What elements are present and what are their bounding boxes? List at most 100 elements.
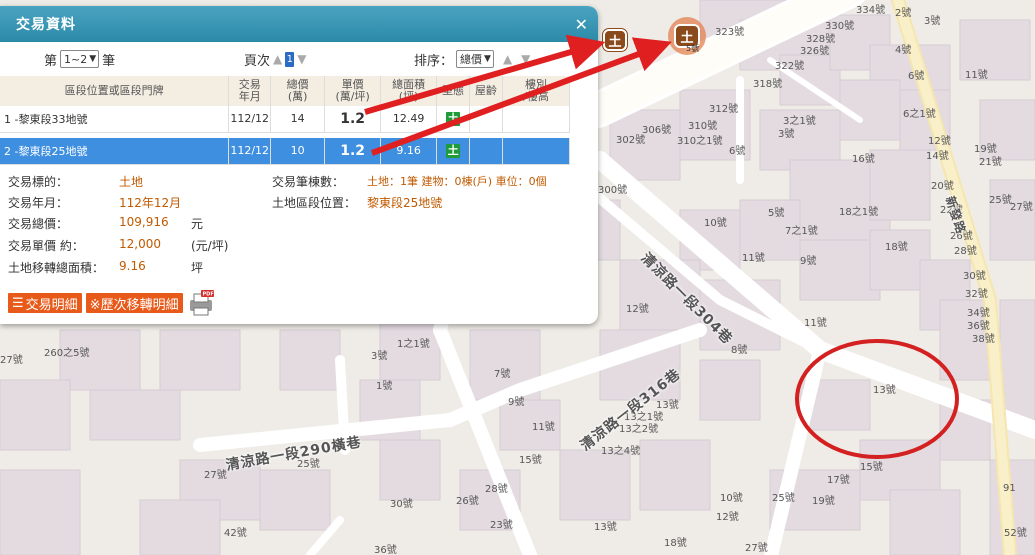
cell-unit: 1.2 (324, 138, 382, 165)
table-row-selected[interactable]: 2 -黎東段25地號 112/12 10 1.2 9.16 土 (0, 138, 570, 165)
col-total[interactable]: 總價 (萬) (270, 76, 326, 106)
transaction-detail: 交易標的： 土地 交易年月： 112年12月 交易總價： 109,916 元 交… (0, 169, 598, 299)
map-address-label: 32號 (965, 289, 988, 300)
detail-area-label: 土地移轉總面積： (8, 260, 105, 275)
map-address-label: 13號 (656, 400, 679, 411)
detail-target-label: 交易標的： (8, 174, 69, 189)
map-address-label: 310之1號 (677, 136, 723, 147)
map-address-label: 19號 (974, 144, 997, 155)
map-address-label: 27號 (1010, 202, 1033, 213)
map-address-label: 25號 (989, 195, 1012, 206)
table-header-row: 區段位置或區段門牌 交易 年月 總價 (萬) 單價 (萬/坪) 總面積 (坪) … (0, 76, 570, 106)
map-address-label: 3號 (924, 16, 941, 27)
map-address-label: 3號 (778, 129, 795, 140)
map-address-label: 3號 (371, 351, 388, 362)
land-type-icon: 土 (446, 111, 461, 126)
record-range-select[interactable]: 1~2 ▼ (60, 50, 100, 68)
map-address-label: 38號 (972, 334, 995, 345)
cell-floor (502, 138, 570, 165)
transaction-detail-label: 交易明細 (25, 297, 78, 313)
record-range-value: 1~2 (64, 52, 88, 66)
map-address-label: 9號 (508, 397, 525, 408)
map-address-label: 25號 (772, 493, 795, 504)
map-address-label: 3之1號 (783, 116, 816, 127)
map-address-label: 12號 (928, 136, 951, 147)
col-floor[interactable]: 樓別 /樓高 (502, 76, 570, 106)
sort-desc-icon[interactable]: ▼ (521, 52, 530, 66)
map-address-label: 12號 (716, 512, 739, 523)
map-address-label: 312號 (709, 104, 739, 115)
page-current[interactable]: 1 (285, 51, 295, 67)
map-address-label: 21號 (979, 157, 1002, 168)
sort-asc-icon[interactable]: ▲ (503, 52, 512, 66)
map-address-label: 27號 (204, 470, 227, 481)
map-address-label: 318號 (753, 79, 783, 90)
col-date[interactable]: 交易 年月 (228, 76, 272, 106)
map-address-label: 15號 (519, 455, 542, 466)
map-address-label: 18之1號 (839, 207, 879, 218)
col-unit[interactable]: 單價 (萬/坪) (324, 76, 382, 106)
detail-total-value: 109,916 (119, 214, 169, 229)
detail-unit-unit: (元/坪) (191, 238, 229, 253)
map-address-label: 18號 (664, 538, 687, 549)
map-address-label: 27號 (745, 543, 768, 554)
sort-group: 排序： 總價 ▼ ▲ ▼ (414, 50, 530, 69)
pdf-print-icon[interactable]: PDF (187, 290, 215, 316)
map-address-label: 13之4號 (601, 446, 641, 457)
map-address-label: 15號 (860, 462, 883, 473)
transaction-detail-button[interactable]: ☰ 交易明細 (8, 293, 82, 313)
cell-total: 10 (270, 138, 326, 165)
close-icon[interactable]: ✕ (575, 15, 588, 34)
map-address-label: 91 (1003, 483, 1016, 494)
table-row[interactable]: 1 -黎東段33地號 112/12 14 1.2 12.49 土 (0, 106, 570, 133)
action-buttons: ☰ 交易明細 ※歷次移轉明細 PDF (8, 290, 215, 316)
detail-area-value: 9.16 (119, 258, 146, 273)
map-address-label: 42號 (224, 528, 247, 539)
count-prefix: 第 (44, 53, 58, 69)
map-address-label: 7號 (494, 369, 511, 380)
map-address-label: 322號 (775, 61, 805, 72)
detail-location-label: 土地區段位置： (272, 195, 357, 210)
sort-select[interactable]: 總價 ▼ (456, 50, 494, 68)
map-address-label: 8號 (731, 345, 748, 356)
detail-date-value: 112年12月 (119, 195, 182, 210)
map-address-label: 26號 (456, 496, 479, 507)
map-address-label: 6號 (908, 71, 925, 82)
map-address-label: 306號 (642, 125, 672, 136)
map-address-label: 36號 (967, 321, 990, 332)
history-transfer-button[interactable]: ※歷次移轉明細 (85, 293, 183, 313)
map-address-label: 13之2號 (619, 424, 659, 435)
cell-age (469, 106, 504, 133)
page-next-icon[interactable]: ▼ (297, 52, 306, 66)
map-address-label: 323號 (715, 27, 745, 38)
col-area[interactable]: 總面積 (坪) (380, 76, 438, 106)
map-address-label: 30號 (390, 499, 413, 510)
record-count-group: 第 1~2 ▼ 筆 (44, 50, 115, 69)
map-address-label: 326號 (800, 46, 830, 57)
transaction-panel: 交易資料 ✕ 第 1~2 ▼ 筆 頁次 ▲ 1 ▼ 排序： 總價 ▼ ▲ ▼ 區… (0, 6, 598, 324)
map-address-label: 52號 (1004, 528, 1027, 539)
map-address-label: 334號 (856, 5, 886, 16)
map-address-label: 328號 (806, 34, 836, 45)
marker-sub-label: 5號 (686, 44, 700, 53)
map-address-label: 300號 (598, 185, 628, 196)
col-type[interactable]: 型態 (436, 76, 471, 106)
detail-area-unit: 坪 (191, 260, 204, 275)
map-address-label: 310號 (688, 121, 718, 132)
map-address-label: 6之1號 (903, 109, 936, 120)
land-type-icon: 土 (446, 143, 461, 158)
col-age[interactable]: 屋齡 (469, 76, 504, 106)
map-address-label: 23號 (490, 520, 513, 531)
map-address-label: 14號 (926, 151, 949, 162)
col-location[interactable]: 區段位置或區段門牌 (0, 76, 230, 106)
map-address-label: 28號 (485, 484, 508, 495)
page-prev-icon[interactable]: ▲ (273, 52, 282, 66)
land-marker-icon[interactable]: 土 (603, 29, 627, 51)
chevron-down-icon: ▼ (484, 54, 491, 64)
detail-location-value: 黎東段25地號 (367, 195, 443, 210)
cell-location: 2 -黎東段25地號 (0, 138, 230, 165)
count-suffix: 筆 (102, 53, 116, 69)
panel-header: 交易資料 ✕ (0, 6, 598, 42)
map-address-label: 18號 (885, 242, 908, 253)
map-address-label: 28號 (954, 246, 977, 257)
